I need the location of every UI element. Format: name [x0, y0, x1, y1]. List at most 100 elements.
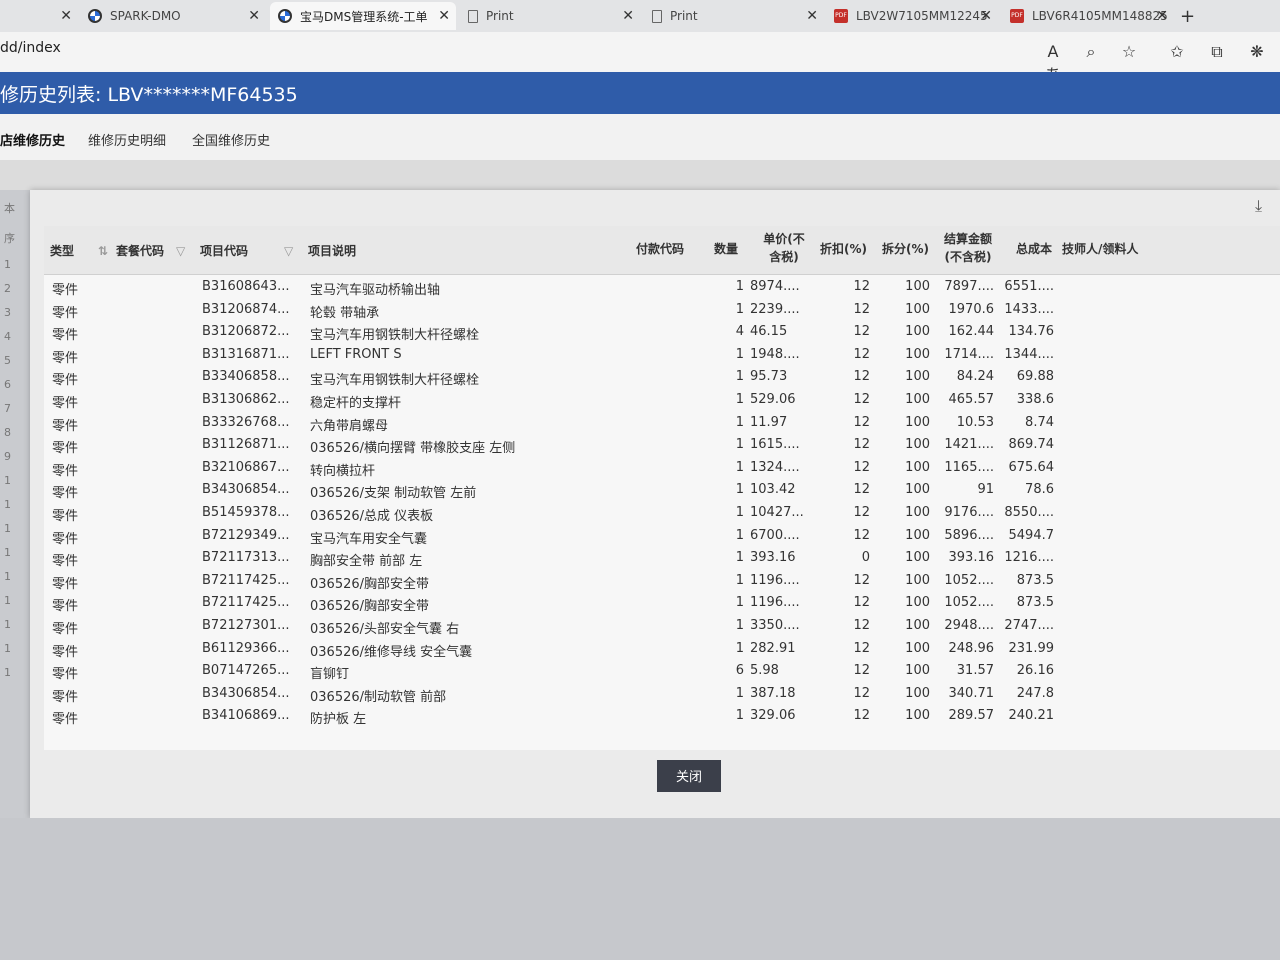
cell-cost: 247.8	[1016, 685, 1054, 701]
sort-icon[interactable]: ⇅	[98, 242, 108, 260]
cell-disc: 12	[853, 640, 870, 656]
browser-tab-2[interactable]: 宝马DMS管理系统-工单 ✕	[270, 2, 456, 30]
col-qty[interactable]: 数量	[714, 240, 738, 258]
table-row[interactable]: 零件 B31206874... 轮毂 带轴承 1 2239.... 12 100 1970.6…	[44, 299, 1280, 322]
cell-price: 529.06	[750, 392, 796, 407]
cell-disc: 12	[853, 527, 870, 543]
close-tab-icon[interactable]: ✕	[438, 8, 450, 24]
cell-amount: 1421....	[944, 437, 994, 453]
close-tab-icon[interactable]: ✕	[980, 8, 992, 24]
url-input[interactable]: dd/index	[0, 40, 61, 56]
browser-tab-3[interactable]: Print ✕	[460, 2, 640, 30]
cell-qty: 1	[735, 595, 744, 611]
close-button[interactable]: 关闭	[657, 760, 721, 792]
table-row[interactable]: 零件 B72129349... 宝马汽车用安全气囊 1 6700.... 12 100 589…	[44, 525, 1280, 548]
cell-amount: 1970.6	[948, 301, 995, 317]
browser-tab-1[interactable]: SPARK-DMO ✕	[80, 2, 266, 30]
tab-store-history[interactable]: 店维修历史	[0, 130, 65, 149]
col-technician[interactable]: 技师人/领料人	[1062, 240, 1138, 258]
tab-label: LBV2W7105MM12245	[856, 9, 988, 23]
close-tab-icon[interactable]: ✕	[60, 8, 72, 24]
new-tab-button[interactable]: +	[1180, 6, 1195, 27]
table-row[interactable]: 零件 B07147265... 盲铆钉 6 5.98 12 100 31.57 26.16	[44, 660, 1280, 683]
close-tab-icon[interactable]: ✕	[806, 8, 818, 24]
zoom-icon[interactable]: ⌕	[1080, 42, 1102, 62]
cell-disc: 12	[853, 618, 870, 633]
table-row[interactable]: 零件 B31316871... LEFT FRONT S 1 1948.... 12 100…	[44, 344, 1280, 367]
close-tab-icon[interactable]: ✕	[248, 8, 260, 24]
cell-type: 零件	[52, 531, 79, 547]
cell-qty: 1	[735, 437, 744, 453]
tab-history-detail[interactable]: 维修历史明细	[88, 130, 166, 149]
table-row[interactable]: 零件 B31608643... 宝马汽车驱动桥输出轴 1 8974.... 12 100 78…	[44, 276, 1280, 299]
cell-qty: 6	[735, 663, 744, 679]
cell-code: B31608643...	[202, 279, 290, 294]
browser-tab-6[interactable]: PDF LBV6R4105MM148825 ✕	[1002, 2, 1174, 30]
cell-type: 零件	[52, 644, 79, 660]
cell-qty: 1	[735, 572, 744, 588]
cell-disc: 12	[853, 505, 870, 520]
cell-code: B34306854...	[202, 685, 290, 701]
favorite-icon[interactable]: ☆	[1118, 42, 1140, 61]
cell-desc: 胸部安全带 前部 左	[310, 554, 423, 570]
table-row[interactable]: 零件 B33326768... 六角带肩螺母 1 11.97 12 100 10.53 8.74	[44, 412, 1280, 435]
cell-cost: 26.16	[1016, 663, 1054, 679]
cell-type: 零件	[52, 350, 79, 366]
cell-price: 1615....	[750, 437, 800, 453]
cell-type: 零件	[52, 418, 79, 434]
table-row[interactable]: 零件 B72127301... 036526/头部安全气囊 右 1 3350.... 12…	[44, 615, 1280, 638]
close-tab-icon[interactable]: ✕	[1156, 8, 1168, 24]
download-icon[interactable]: ⤓	[1255, 196, 1262, 216]
table-row[interactable]: 零件 B72117425... 036526/胸部安全带 1 1196.... 12 100…	[44, 570, 1280, 593]
cell-price: 5.98	[750, 663, 779, 679]
cell-desc: 稳定杆的支撑杆	[310, 396, 402, 411]
table-row[interactable]: 零件 B34106869... 防护板 左 1 329.06 12 100 289.57 240…	[44, 705, 1280, 728]
table-row[interactable]: 零件 B31126871... 036526/横向摆臂 带橡胶支座 左侧 1 1615.…	[44, 434, 1280, 457]
table-row[interactable]: 零件 B31206872... 宝马汽车用钢铁制大杆径螺栓 4 46.15 12 100 16…	[44, 321, 1280, 344]
col-item-code[interactable]: 项目代码	[200, 242, 248, 260]
col-type[interactable]: 类型	[50, 242, 74, 260]
col-total-cost[interactable]: 总成本	[1016, 240, 1052, 258]
table-row[interactable]: 零件 B72117313... 胸部安全带 前部 左 1 393.16 0 100 393.1…	[44, 547, 1280, 570]
filter-icon[interactable]: ▽	[176, 242, 185, 260]
cell-desc: 036526/胸部安全带	[310, 599, 430, 615]
favorites-list-icon[interactable]: ✩	[1166, 42, 1188, 61]
cell-desc: 036526/横向摆臂 带橡胶支座 左侧	[310, 441, 516, 457]
cell-cost: 873.5	[1016, 595, 1054, 611]
table-row[interactable]: 零件 B72117425... 036526/胸部安全带 1 1196.... 12 100…	[44, 592, 1280, 615]
col-split[interactable]: 拆分(%)	[882, 240, 929, 258]
col-unit-price[interactable]: 单价(不含税)	[760, 230, 808, 266]
browser-tab-5[interactable]: PDF LBV2W7105MM12245 ✕	[826, 2, 998, 30]
cell-desc: 防护板 左	[310, 712, 367, 728]
extensions-icon[interactable]: ❋	[1246, 42, 1268, 61]
table-row[interactable]: 零件 B51459378... 036526/总成 仪表板 1 10427... 12 10…	[44, 502, 1280, 525]
col-discount[interactable]: 折扣(%)	[820, 240, 867, 258]
filter-icon[interactable]: ▽	[284, 242, 293, 260]
browser-tab-4[interactable]: Print ✕	[644, 2, 824, 30]
table-row[interactable]: 零件 B34306854... 036526/制动软管 前部 1 387.18 12 100…	[44, 683, 1280, 706]
cell-type: 零件	[52, 396, 79, 411]
table-row[interactable]: 零件 B33406858... 宝马汽车用钢铁制大杆径螺栓 1 95.73 12 100 84…	[44, 366, 1280, 389]
col-settle-amount[interactable]: 结算金额(不含税)	[940, 230, 996, 266]
bmw-logo-icon	[88, 9, 102, 23]
close-tab-icon[interactable]: ✕	[622, 8, 634, 24]
cell-amount: 248.96	[948, 640, 995, 656]
cell-amount: 162.44	[948, 324, 995, 340]
cell-price: 282.91	[750, 640, 796, 656]
cell-disc: 12	[853, 392, 870, 407]
table-row[interactable]: 零件 B61129366... 036526/维修导线 安全气囊 1 282.91 12 1…	[44, 638, 1280, 661]
tab-national-history[interactable]: 全国维修历史	[192, 130, 270, 149]
cell-cost: 873.5	[1016, 572, 1054, 588]
table-row[interactable]: 零件 B32106867... 转向横拉杆 1 1324.... 12 100 1165...…	[44, 457, 1280, 480]
col-package-code[interactable]: 套餐代码	[116, 242, 164, 260]
background-strip	[0, 160, 1280, 190]
cell-code: B34306854...	[202, 482, 290, 498]
table-row[interactable]: 零件 B31306862... 稳定杆的支撑杆 1 529.06 12 100 465.57 3…	[44, 389, 1280, 412]
col-item-desc[interactable]: 项目说明	[308, 242, 356, 260]
collections-icon[interactable]: ⧉	[1206, 42, 1228, 62]
tab-label: Print	[670, 9, 698, 23]
table-row[interactable]: 零件 B34306854... 036526/支架 制动软管 左前 1 103.42 12…	[44, 479, 1280, 502]
col-pay-code[interactable]: 付款代码	[636, 240, 684, 258]
cell-disc: 12	[853, 663, 870, 679]
browser-tab-0[interactable]: ✕	[0, 2, 78, 30]
